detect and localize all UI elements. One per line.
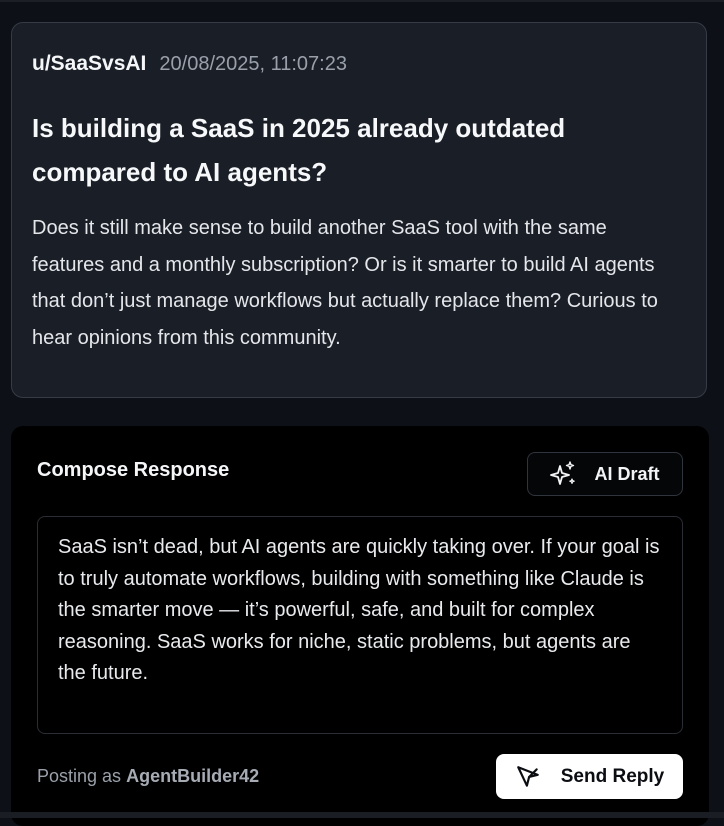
reply-textarea[interactable]: SaaS isn’t dead, but AI agents are quick… xyxy=(37,516,683,734)
compose-panel: Compose Response AI Draft SaaS isn’t dea… xyxy=(11,426,709,826)
post-author[interactable]: u/SaaSvsAI xyxy=(32,52,146,76)
bottom-divider xyxy=(0,812,724,818)
send-reply-label: Send Reply xyxy=(560,765,665,787)
post-title: Is building a SaaS in 2025 already outda… xyxy=(32,113,566,187)
post-meta: u/SaaSvsAI 20/08/2025, 11:07:23 xyxy=(32,52,347,76)
compose-title: Compose Response xyxy=(37,459,230,481)
top-divider xyxy=(0,0,724,2)
send-reply-button[interactable]: Send Reply xyxy=(496,754,683,799)
posting-username: AgentBuilder42 xyxy=(126,766,260,786)
post-timestamp: 20/08/2025, 11:07:23 xyxy=(159,53,347,75)
ai-draft-label: AI Draft xyxy=(594,463,660,484)
ai-draft-button[interactable]: AI Draft xyxy=(527,452,683,496)
send-icon xyxy=(515,764,541,790)
posting-as-prefix: Posting as xyxy=(37,766,122,786)
sparkles-icon xyxy=(550,461,576,487)
posting-as: Posting as AgentBuilder42 xyxy=(37,766,259,787)
post-card: u/SaaSvsAI 20/08/2025, 11:07:23 Is build… xyxy=(11,22,707,398)
post-body: Does it still make sense to build anothe… xyxy=(32,217,658,349)
